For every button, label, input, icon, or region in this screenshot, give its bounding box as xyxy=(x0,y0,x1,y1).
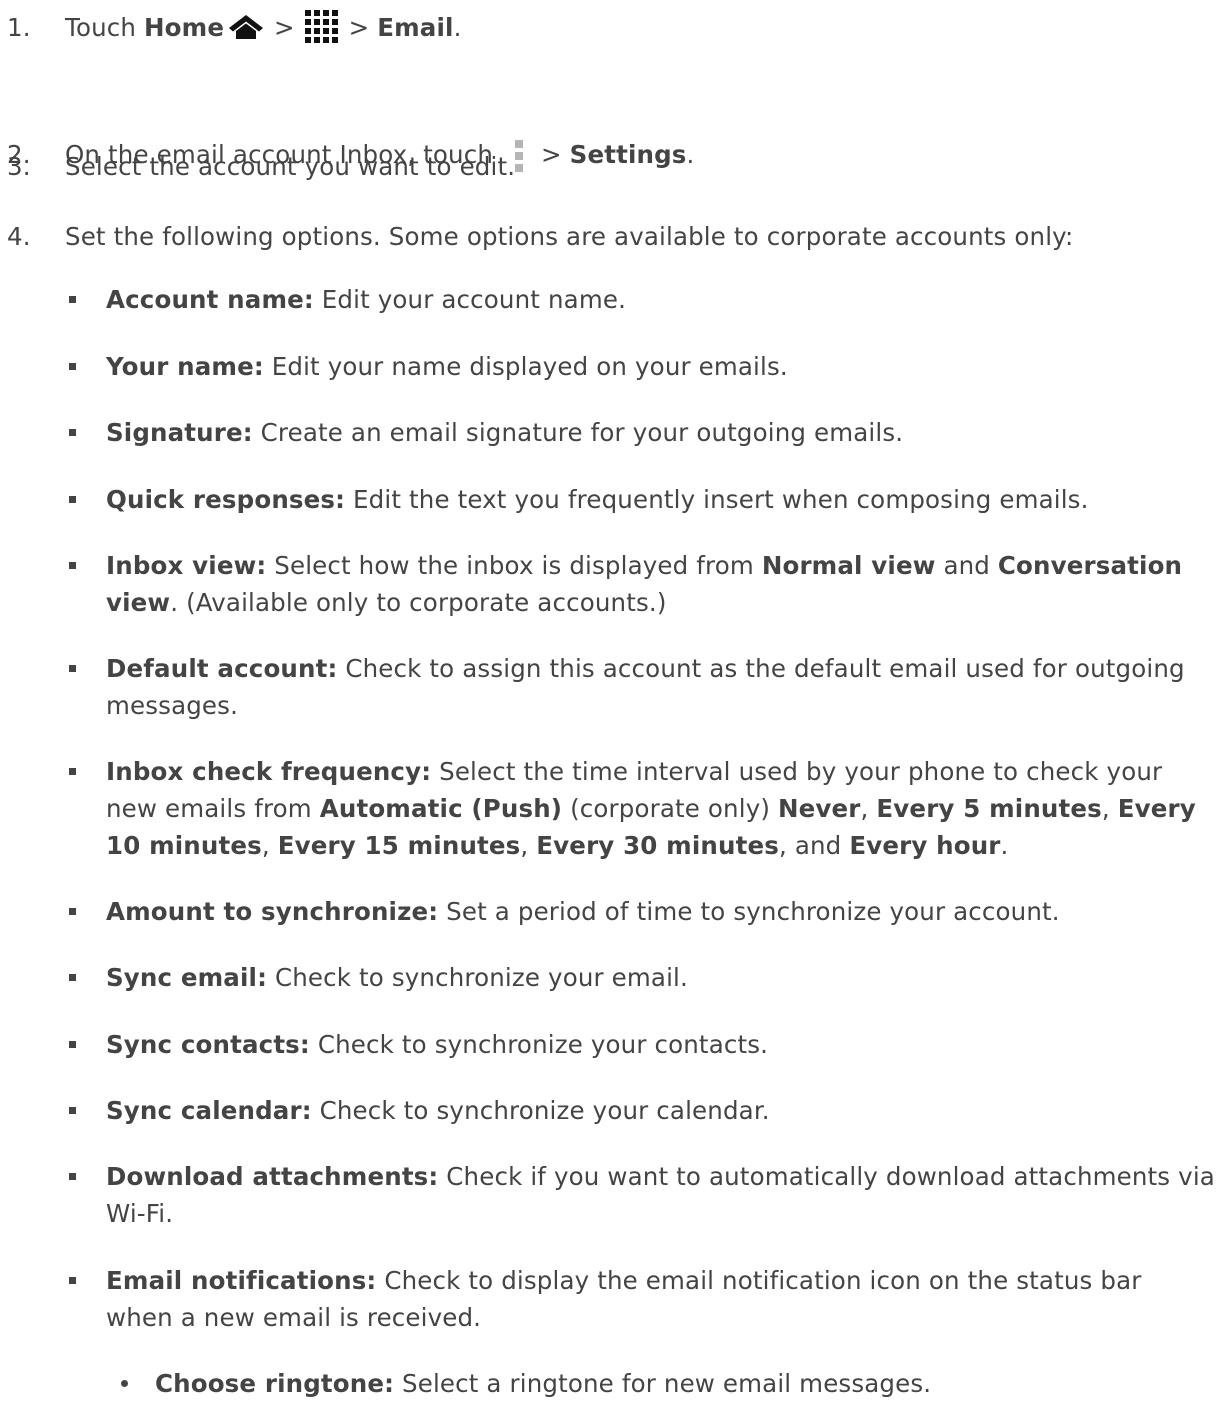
settings-label: Settings xyxy=(569,140,687,169)
option-text: Default account: Check to assign this ac… xyxy=(106,654,1185,720)
option-text: Download attachments: Check if you want … xyxy=(106,1162,1215,1228)
bullet-square xyxy=(69,296,76,303)
option-text: Inbox check frequency: Select the time i… xyxy=(106,757,1196,860)
bullet-square xyxy=(69,908,76,915)
apps-grid-icon xyxy=(304,10,339,54)
option-text: Amount to synchronize: Set a period of t… xyxy=(106,897,1060,926)
option-text: Email notifications: Check to display th… xyxy=(106,1266,1142,1332)
bullet-square xyxy=(69,768,76,775)
option-text: Inbox view: Select how the inbox is disp… xyxy=(106,551,1183,617)
option-text: Your name: Edit your name displayed on y… xyxy=(106,352,788,381)
home-label: Home xyxy=(144,13,225,42)
bullet-square xyxy=(69,1277,76,1284)
bullet-square xyxy=(69,562,76,569)
step-text: Set the following options. Some options … xyxy=(65,222,1074,251)
step-number: 3. xyxy=(7,152,31,181)
option-text: Signature: Create an email signature for… xyxy=(106,418,904,447)
bullet-square xyxy=(69,1107,76,1114)
bullet-dot xyxy=(121,1380,128,1387)
bullet-square xyxy=(69,1173,76,1180)
option-text: Sync contacts: Check to synchronize your… xyxy=(106,1030,769,1059)
option-text: Sync email: Check to synchronize your em… xyxy=(106,963,688,992)
menu-icon xyxy=(515,140,524,182)
home-icon xyxy=(228,13,264,50)
step-text: Touch Home > > Email. xyxy=(65,9,462,54)
bullet-square xyxy=(69,1041,76,1048)
bullet-square xyxy=(69,363,76,370)
bullet-square xyxy=(69,974,76,981)
bullet-square xyxy=(69,429,76,436)
bullet-square xyxy=(69,496,76,503)
bullet-square xyxy=(69,665,76,672)
option-text: Quick responses: Edit the text you frequ… xyxy=(106,485,1089,514)
option-text: Account name: Edit your account name. xyxy=(106,285,627,314)
step-text: Select the account you want to edit. xyxy=(65,152,516,181)
sub-option-text: Choose ringtone: Select a ringtone for n… xyxy=(155,1369,932,1398)
email-label: Email xyxy=(377,13,454,42)
step-number: 4. xyxy=(7,222,31,251)
option-text: Sync calendar: Check to synchronize your… xyxy=(106,1096,770,1125)
step-number: 1. xyxy=(7,13,31,42)
